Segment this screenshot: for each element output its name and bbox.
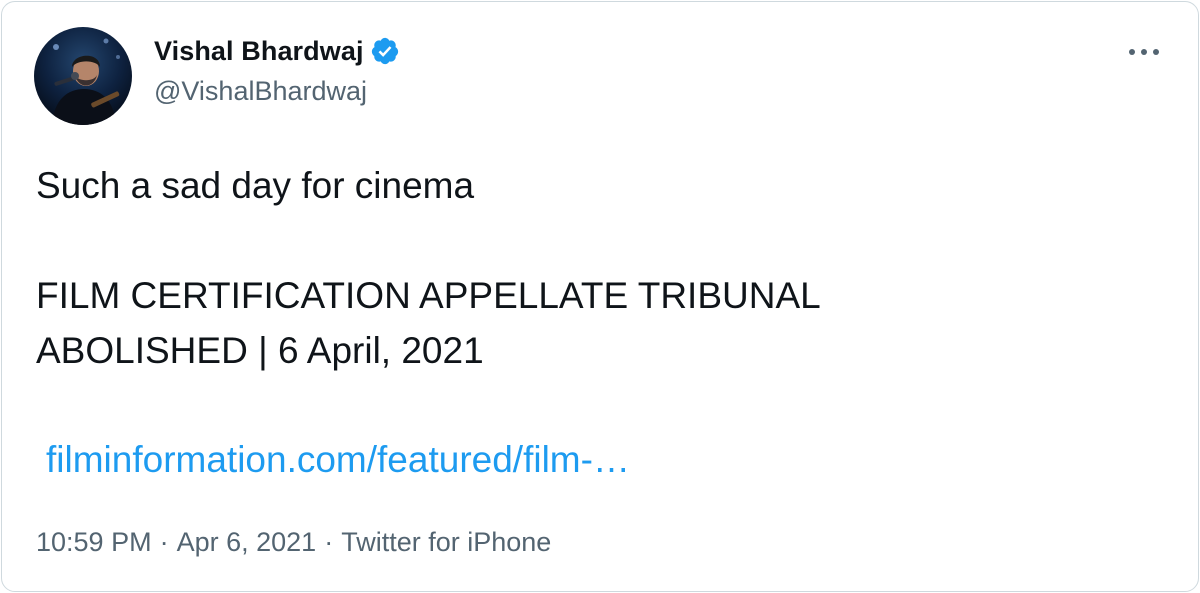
author-name-row: Vishal Bhardwaj — [154, 33, 400, 69]
meta-separator: · — [324, 527, 334, 557]
tweet-text: Such a sad day for cinema FILM CERTIFICA… — [36, 165, 821, 371]
tweet-link[interactable]: filminformation.com/featured/film-… — [46, 439, 630, 481]
more-options-button[interactable] — [1122, 32, 1166, 72]
meta-separator: · — [159, 527, 169, 557]
profile-photo-icon — [34, 27, 132, 125]
tweet-metadata: 10:59 PM · Apr 6, 2021 · Twitter for iPh… — [36, 527, 551, 558]
author-handle[interactable]: @VishalBhardwaj — [154, 76, 367, 107]
verified-badge-icon — [370, 36, 400, 66]
tweet-time[interactable]: 10:59 PM — [36, 527, 152, 558]
ellipsis-icon — [1129, 49, 1159, 55]
author-avatar[interactable] — [34, 27, 132, 125]
tweet-date[interactable]: Apr 6, 2021 — [177, 527, 317, 558]
tweet-card: Vishal Bhardwaj @VishalBhardwaj Such a s… — [1, 1, 1199, 592]
author-display-name[interactable]: Vishal Bhardwaj — [154, 36, 364, 67]
tweet-source[interactable]: Twitter for iPhone — [341, 527, 551, 558]
